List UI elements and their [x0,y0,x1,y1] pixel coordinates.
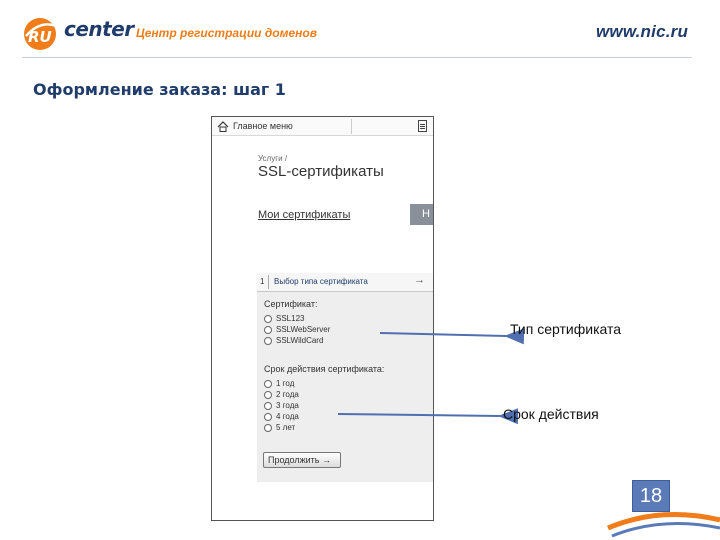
radio-button[interactable] [264,402,272,410]
radio-button[interactable] [264,380,272,388]
option-label: SSL123 [276,314,305,323]
breadcrumb[interactable]: Услуги / [258,154,287,163]
step-number: 1 [260,277,265,286]
option-label: 5 лет [276,423,296,432]
continue-button[interactable]: Продолжить → [263,452,341,468]
radio-button[interactable] [264,413,272,421]
radio-button[interactable] [264,391,272,399]
logo-suffix-text: center [64,17,134,41]
option-label: 4 года [276,412,299,421]
option-label: 2 года [276,390,299,399]
header-divider [22,57,692,58]
tab-new-certificate[interactable]: Н [410,204,433,225]
option-label: 1 год [276,379,295,388]
home-icon[interactable] [217,121,229,132]
mobile-top-bar: Главное меню [212,117,433,136]
term-group-title: Срок действия сертификата: [264,364,385,374]
ru-logo-mark: RU [22,16,60,52]
order-step-panel: 1 Выбор типа сертификата → Сертификат: S… [257,273,433,482]
radio-button[interactable] [264,315,272,323]
step-label: Выбор типа сертификата [274,277,368,286]
step-next-arrow-icon[interactable]: → [414,274,425,286]
my-certificates-link[interactable]: Мои сертификаты [258,209,350,221]
page-number-badge: 18 [600,478,720,540]
topbar-divider [351,119,352,134]
document-icon[interactable] [418,120,427,132]
validity-period-callout: Срок действия [503,406,599,422]
mobile-screenshot: Главное меню Услуги / SSL-сертификаты Мо… [211,116,434,521]
main-menu-link[interactable]: Главное меню [233,121,293,131]
certificate-type-callout: Тип сертификата [510,321,622,337]
header-tagline: Центр регистрации доменов [136,26,317,40]
page-number: 18 [632,480,670,512]
step-separator [268,275,269,289]
certificate-group-title: Сертификат: [264,299,318,309]
radio-button[interactable] [264,326,272,334]
radio-button[interactable] [264,424,272,432]
radio-button[interactable] [264,337,272,345]
slide-title: Оформление заказа: шаг 1 [33,80,286,99]
step-header: 1 Выбор типа сертификата → [257,273,433,292]
site-url[interactable]: www.nic.ru [596,22,688,42]
option-label: 3 года [276,401,299,410]
page-heading: SSL-сертификаты [258,163,384,180]
option-label: SSLWebServer [276,325,331,334]
logo-prefix-text: RU [28,28,52,46]
option-label: SSLWildCard [276,336,324,345]
